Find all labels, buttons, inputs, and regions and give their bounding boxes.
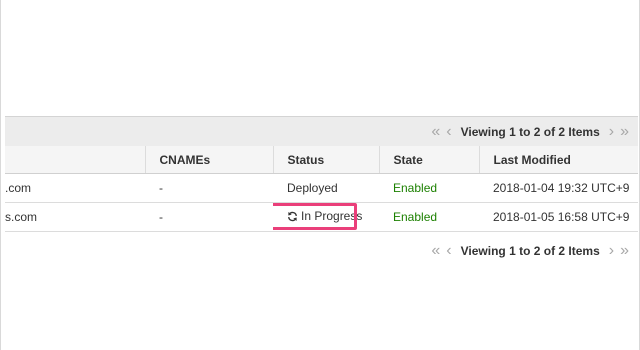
first-page-icon[interactable]: « — [428, 243, 443, 259]
column-header-cnames[interactable]: CNAMEs — [144, 146, 273, 174]
cell-name[interactable]: .com — [5, 173, 145, 203]
first-page-icon[interactable]: « — [428, 123, 443, 140]
page: « ‹ Viewing 1 to 2 of 2 Items › » CNAMEs… — [0, 0, 640, 350]
table-row[interactable]: .com - Deployed Enabled 2018-01-04 19:32… — [5, 173, 638, 203]
cell-status: Deployed — [273, 173, 379, 203]
column-header-name[interactable] — [5, 146, 145, 174]
pagination-info: Viewing 1 to 2 of 2 Items — [460, 124, 600, 139]
next-page-icon[interactable]: › — [606, 123, 617, 140]
next-page-icon[interactable]: › — [606, 243, 617, 259]
cell-state: Enabled — [379, 173, 479, 203]
table-row[interactable]: s.com - In Progress Enabled 2018-01-05 1… — [5, 202, 638, 232]
column-header-last-modified[interactable]: Last Modified — [478, 146, 638, 174]
distributions-table: CNAMEs Status State Last Modified .com -… — [5, 146, 638, 232]
pagination-top: « ‹ Viewing 1 to 2 of 2 Items › » — [428, 117, 632, 146]
cell-cnames: - — [145, 202, 273, 232]
pagination-info: Viewing 1 to 2 of 2 Items — [460, 244, 600, 258]
cell-cnames: - — [145, 173, 273, 203]
cell-last-modified: 2018-01-05 16:58 UTC+9 — [479, 202, 638, 232]
table-header-row: CNAMEs Status State Last Modified — [5, 146, 638, 174]
last-page-icon[interactable]: » — [617, 123, 632, 140]
column-header-state[interactable]: State — [378, 146, 479, 174]
highlight-box — [273, 203, 357, 230]
pagination-bottom: « ‹ Viewing 1 to 2 of 2 Items › » — [428, 238, 632, 264]
cell-name[interactable]: s.com — [5, 202, 145, 232]
prev-page-icon[interactable]: ‹ — [443, 243, 454, 259]
cell-status: In Progress — [273, 202, 379, 232]
prev-page-icon[interactable]: ‹ — [443, 123, 454, 140]
table-toolbar: « ‹ Viewing 1 to 2 of 2 Items › » — [5, 116, 638, 146]
cell-state: Enabled — [379, 202, 479, 232]
column-header-status[interactable]: Status — [272, 146, 379, 174]
last-page-icon[interactable]: » — [617, 243, 632, 259]
cell-last-modified: 2018-01-04 19:32 UTC+9 — [479, 173, 638, 203]
